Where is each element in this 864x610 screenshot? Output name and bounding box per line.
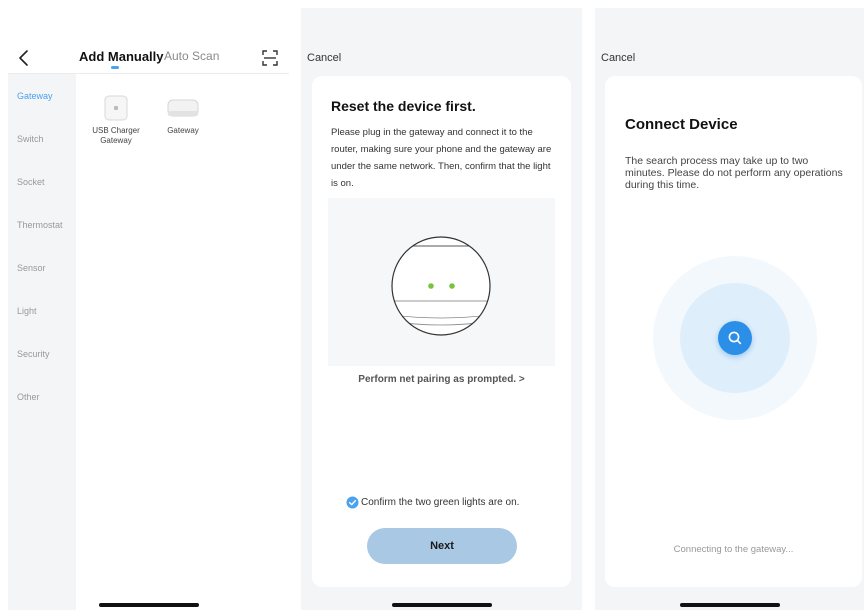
page-title: Connect Device [625,116,738,133]
sidebar-item-gateway[interactable]: Gateway [17,91,53,101]
scan-icon[interactable] [260,48,280,68]
next-button[interactable]: Next [367,528,517,564]
page-title: Reset the device first. [331,98,476,114]
connection-status: Connecting to the gateway... [673,544,794,555]
reset-instructions: Please plug in the gateway and connect i… [331,127,552,189]
device-label-line1: Gateway [167,126,199,135]
search-indicator [718,321,752,355]
device-gateway[interactable]: Gateway [153,94,213,136]
checkbox-checked-icon[interactable] [346,496,359,509]
connect-card: Connect Device The search process may ta… [605,76,862,587]
sidebar-item-switch[interactable]: Switch [17,134,44,144]
sidebar-item-light[interactable]: Light [17,306,37,316]
add-device-screen: Add Manually Auto Scan Gateway Switch So… [8,8,289,610]
sidebar-item-other[interactable]: Other [17,392,40,402]
connect-instructions: The search process may take up to two mi… [625,155,843,191]
sidebar-item-security[interactable]: Security [17,349,50,359]
device-usb-charger-gateway[interactable]: USB Charger Gateway [86,94,146,146]
tab-add-manually[interactable]: Add Manually [79,49,164,64]
cancel-button[interactable]: Cancel [601,52,635,64]
connect-device-screen: Cancel Connect Device The search process… [595,8,864,610]
gateway-device-icon [167,99,199,117]
usb-charger-device-icon [104,95,128,121]
sidebar-item-sensor[interactable]: Sensor [17,263,46,273]
home-indicator [679,603,780,607]
tab-auto-scan[interactable]: Auto Scan [164,49,219,63]
category-sidebar: Gateway Switch Socket Thermostat Sensor … [8,74,76,610]
sidebar-item-socket[interactable]: Socket [17,177,45,187]
confirm-checkbox-row[interactable]: Confirm the two green lights are on. [346,496,566,512]
top-bar: Add Manually Auto Scan [8,46,289,70]
device-label-line2: Gateway [100,136,132,145]
device-label-line1: USB Charger [92,126,140,135]
cancel-button[interactable]: Cancel [307,52,341,64]
sidebar-item-thermostat[interactable]: Thermostat [17,220,63,230]
confirm-label: Confirm the two green lights are on. [361,497,520,508]
home-indicator [391,603,492,607]
active-tab-indicator [111,66,119,69]
back-arrow-icon[interactable] [14,48,34,68]
net-pairing-link[interactable]: Perform net pairing as prompted. > [312,374,571,385]
gateway-illustration [328,198,555,366]
reset-device-screen: Cancel Reset the device first. Please pl… [301,8,582,610]
search-icon [728,331,742,345]
home-indicator [98,603,199,607]
reset-card: Reset the device first. Please plug in t… [312,76,571,587]
gateway-lights-icon [391,236,491,336]
